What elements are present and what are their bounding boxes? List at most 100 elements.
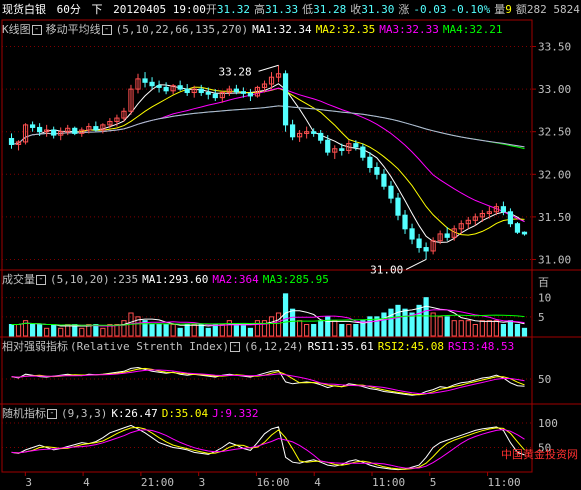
volume-bar: [37, 324, 43, 337]
candle: [402, 210, 408, 234]
candle: [149, 77, 155, 90]
volume-bar: [297, 320, 303, 337]
candle-body: [240, 91, 247, 94]
rsi-indicator-name[interactable]: (Relative Strenth Index): [70, 340, 229, 353]
volume-bar: [458, 320, 464, 337]
kdj-k-value: K:26.47: [111, 407, 158, 420]
candle: [51, 126, 57, 139]
candle: [198, 84, 204, 96]
kdj-title-bar: 随机指标 - (9,3,3) K:26.47 D:35.04 J:9.332: [2, 406, 262, 422]
rsi-toggle-button[interactable]: -: [229, 342, 240, 352]
kdj-line-1: [11, 424, 525, 471]
candle: [65, 124, 71, 136]
candle-body: [409, 228, 415, 240]
candle: [409, 223, 415, 245]
candle-body: [500, 206, 507, 213]
volume-bar: [268, 316, 275, 337]
volume-bar: [212, 324, 218, 337]
volume-bar: [325, 316, 331, 337]
volume-bar: [339, 324, 345, 337]
candle-body: [163, 86, 169, 92]
candle: [374, 162, 380, 180]
kline-toggle-button[interactable]: -: [31, 25, 42, 35]
volume-bar: [381, 312, 387, 337]
peak-label: 33.28: [219, 65, 252, 78]
kdj-line-2: [11, 426, 525, 470]
volume-unit-label: 百: [538, 276, 549, 289]
volume-bar: [318, 320, 324, 337]
volume-bar: [240, 324, 247, 337]
candle-body: [381, 173, 387, 187]
period-label[interactable]: 60分: [57, 3, 81, 16]
candle-body: [339, 148, 345, 151]
candle-body: [51, 129, 57, 136]
close-value: 31.30: [361, 3, 395, 16]
volume-label: 量: [494, 3, 506, 16]
ma4-value: MA4:32.21: [442, 23, 503, 36]
candle: [128, 84, 134, 115]
candle-body: [205, 92, 211, 95]
volume-bar: [500, 324, 507, 337]
volume-bar: [451, 320, 457, 337]
candle-body: [149, 81, 155, 87]
x-tick-label: 16:00: [256, 476, 289, 489]
ma-toggle-button[interactable]: -: [101, 25, 112, 35]
candle: [381, 169, 387, 190]
kdj-j-value: J:9.332: [212, 407, 259, 420]
candle: [72, 126, 78, 136]
header-bar: 现货白银 60分 下 20120405 19:00开31.32 高31.33 低31…: [2, 2, 581, 18]
volume-title: 成交量: [2, 273, 35, 286]
candle: [388, 181, 394, 204]
volume-bar: [507, 320, 514, 337]
candle-body: [233, 88, 239, 93]
volume-bar: [388, 308, 394, 337]
volume-bar: [247, 327, 254, 337]
candle-body: [507, 211, 514, 225]
y-tick-label: 33.00: [538, 83, 571, 96]
volume-toggle-button[interactable]: -: [36, 275, 46, 285]
candle-body: [374, 166, 380, 175]
candle-body: [177, 85, 183, 90]
candle-body: [444, 233, 450, 238]
candle: [247, 89, 254, 102]
candle: [521, 231, 528, 236]
volume-bar: [114, 324, 120, 337]
rsi2-value: RSI2:45.08: [377, 340, 445, 353]
low-value: 31.28: [313, 3, 347, 16]
volume-bar: [44, 327, 50, 337]
volume-bar: [486, 320, 492, 337]
candle: [500, 201, 507, 216]
open-value: 31.32: [216, 3, 250, 16]
y-tick-label: 33.50: [538, 41, 571, 54]
candle: [219, 90, 225, 103]
ma-indicator-name[interactable]: 移动平均线: [46, 23, 101, 36]
volume-bar: [29, 324, 36, 337]
candle-body: [93, 126, 99, 131]
volume-bar: [163, 324, 169, 337]
candle: [184, 84, 190, 96]
candle: [465, 216, 471, 229]
volume-bar: [304, 324, 310, 337]
x-tick-label: 5: [430, 476, 437, 489]
candle: [472, 213, 478, 226]
candle: [156, 80, 162, 93]
y-tick-label: 32.00: [538, 168, 571, 181]
y-tick-label: 32.50: [538, 126, 571, 139]
kdj-d-value: D:35.04: [161, 407, 209, 420]
candle: [275, 65, 282, 83]
candle-body: [311, 131, 317, 134]
volume-bar: [226, 320, 232, 337]
open-label: 开: [205, 3, 217, 16]
instrument-name[interactable]: 现货白银: [2, 3, 46, 16]
volume-bar: [479, 320, 485, 337]
kdj-params: (9,3,3): [61, 407, 108, 420]
volume-bar: [416, 304, 422, 337]
candle-body: [395, 197, 401, 216]
candle: [423, 242, 429, 260]
volume-bar: [465, 320, 471, 337]
y-tick-label: 31.00: [538, 253, 571, 266]
candle: [29, 121, 36, 132]
volume-bar: [170, 324, 176, 337]
volume-value: 9: [505, 3, 512, 16]
kdj-toggle-button[interactable]: -: [47, 409, 57, 419]
